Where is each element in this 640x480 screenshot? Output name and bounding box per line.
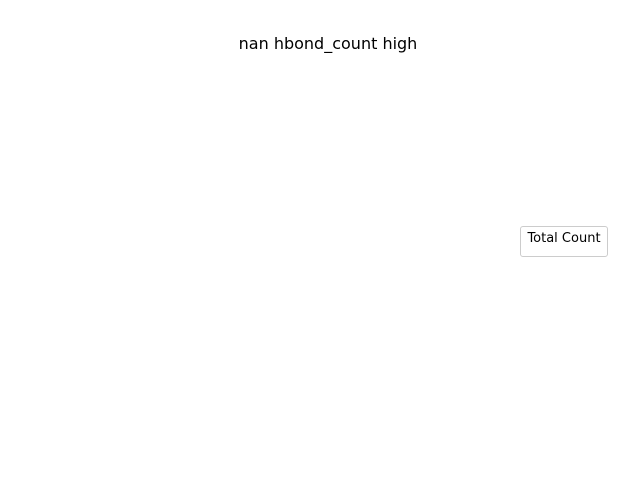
chart-legend: Total Count [520,226,608,257]
legend-title: Total Count [527,231,601,246]
chart-figure: nan hbond_count high Total Count [0,0,640,480]
chart-title: nan hbond_count high [238,34,418,53]
